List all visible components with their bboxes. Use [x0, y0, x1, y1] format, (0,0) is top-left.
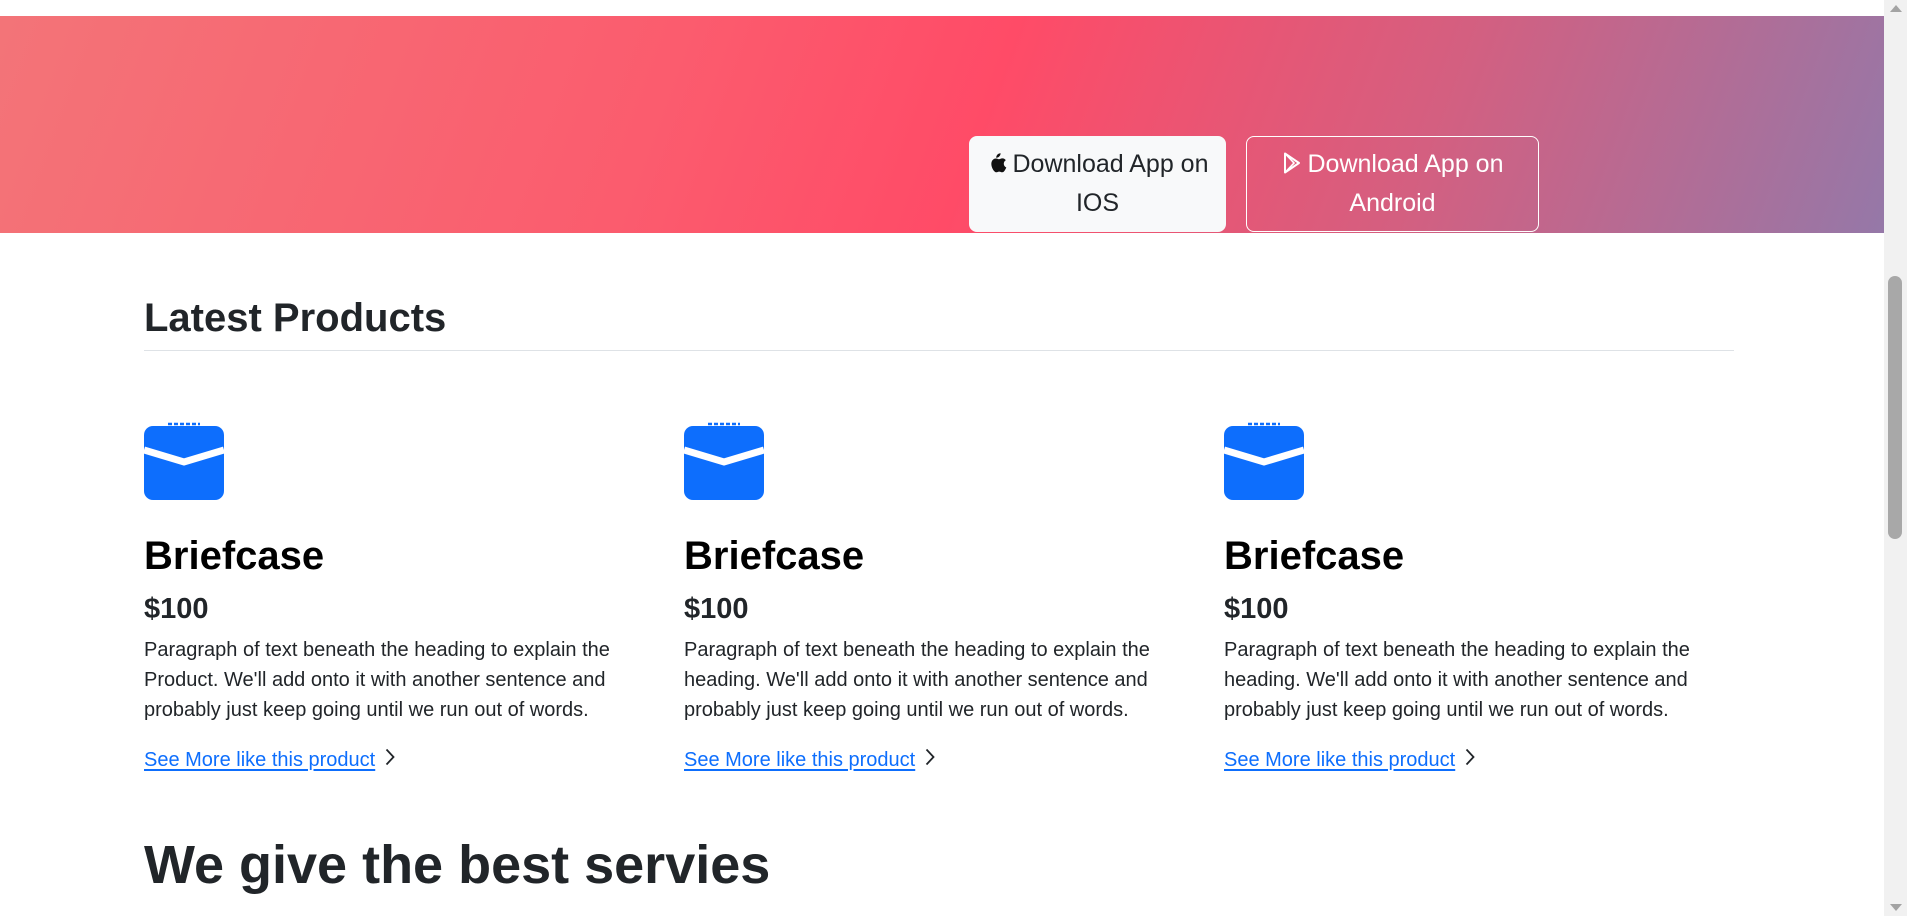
product-description: Paragraph of text beneath the heading to… — [1224, 639, 1690, 721]
briefcase-icon — [682, 420, 766, 500]
download-ios-label: Download App on IOS — [1012, 150, 1209, 217]
scrollbar-thumb[interactable] — [1888, 276, 1902, 539]
product-title: Briefcase — [1224, 534, 1405, 578]
section-title: Latest Products — [144, 296, 447, 340]
briefcase-icon — [142, 420, 226, 500]
see-more-link[interactable]: See More like this product — [684, 745, 935, 775]
product-price: $100 — [684, 593, 749, 625]
google-play-icon — [1282, 148, 1302, 185]
briefcase-icon — [1222, 420, 1306, 500]
download-ios-button[interactable]: Download App on IOS — [969, 136, 1226, 232]
download-android-button[interactable]: Download App on Android — [1246, 136, 1539, 232]
product-price: $100 — [144, 593, 209, 625]
download-android-label: Download App on Android — [1307, 150, 1504, 217]
vertical-scrollbar[interactable] — [1884, 0, 1907, 916]
page: Download App on IOS Download App on Andr… — [0, 0, 1884, 916]
services-title: We give the best servies — [144, 835, 771, 895]
see-more-link[interactable]: See More like this product — [144, 745, 395, 775]
see-more-link[interactable]: See More like this product — [1224, 745, 1475, 775]
chevron-right-icon — [925, 745, 935, 775]
scroll-up-arrow-icon[interactable] — [1890, 5, 1902, 12]
product-description: Paragraph of text beneath the heading to… — [684, 639, 1150, 721]
chevron-right-icon — [385, 745, 395, 775]
see-more-label: See More like this product — [684, 749, 916, 771]
product-title: Briefcase — [684, 534, 865, 578]
product-price: $100 — [1224, 593, 1289, 625]
see-more-label: See More like this product — [1224, 749, 1456, 771]
product-title: Briefcase — [144, 534, 325, 578]
hero-banner — [0, 16, 1884, 233]
scroll-down-arrow-icon[interactable] — [1890, 904, 1902, 911]
apple-icon — [987, 148, 1007, 185]
product-description: Paragraph of text beneath the heading to… — [144, 639, 610, 721]
see-more-label: See More like this product — [144, 749, 376, 771]
section-divider — [144, 350, 1734, 351]
chevron-right-icon — [1465, 745, 1475, 775]
